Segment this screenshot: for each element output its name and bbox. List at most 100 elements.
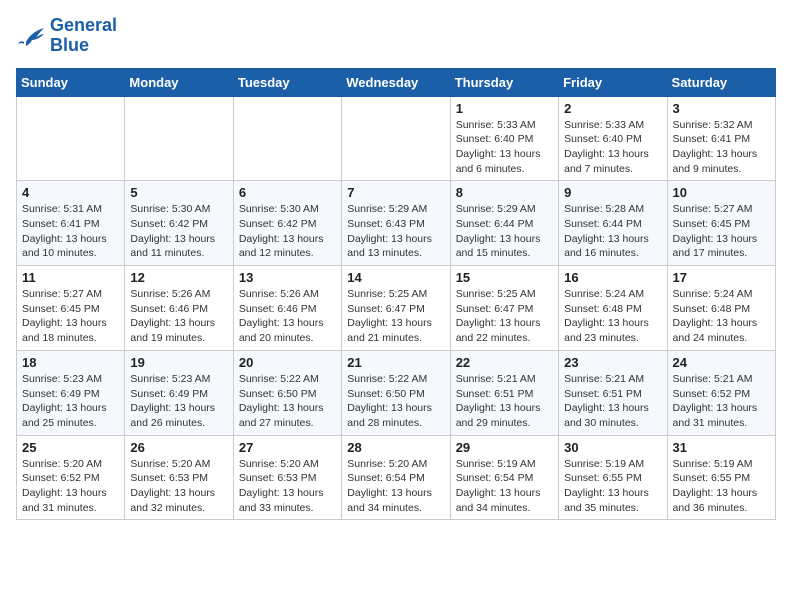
- day-info: Sunrise: 5:19 AM Sunset: 6:54 PM Dayligh…: [456, 457, 553, 516]
- calendar-cell: 27 Sunrise: 5:20 AM Sunset: 6:53 PM Dayli…: [233, 435, 341, 520]
- calendar-cell: 23Sunrise: 5:21 AM Sunset: 6:51 PM Dayli…: [559, 350, 667, 435]
- day-number: 22: [456, 355, 553, 370]
- calendar-cell: 18 Sunrise: 5:23 AM Sunset: 6:49 PM Dayli…: [17, 350, 125, 435]
- day-info: Sunrise: 5:24 AM Sunset: 6:48 PM Dayligh…: [564, 287, 661, 346]
- weekday-header-wednesday: Wednesday: [342, 68, 450, 96]
- day-info: Sunrise: 5:21 AM Sunset: 6:51 PM Dayligh…: [456, 372, 553, 431]
- day-number: 15: [456, 270, 553, 285]
- day-info: Sunrise: 5:25 AM Sunset: 6:47 PM Dayligh…: [456, 287, 553, 346]
- day-number: 26: [130, 440, 227, 455]
- day-info: Sunrise: 5:31 AM Sunset: 6:41 PM Dayligh…: [22, 202, 119, 261]
- calendar-cell: 8Sunrise: 5:29 AM Sunset: 6:44 PM Daylig…: [450, 181, 558, 266]
- day-info: Sunrise: 5:27 AM Sunset: 6:45 PM Dayligh…: [673, 202, 770, 261]
- calendar-cell: 14Sunrise: 5:25 AM Sunset: 6:47 PM Dayli…: [342, 266, 450, 351]
- weekday-header-sunday: Sunday: [17, 68, 125, 96]
- calendar-cell: 19 Sunrise: 5:23 AM Sunset: 6:49 PM Dayli…: [125, 350, 233, 435]
- calendar-cell: 30Sunrise: 5:19 AM Sunset: 6:55 PM Dayli…: [559, 435, 667, 520]
- day-number: 31: [673, 440, 770, 455]
- calendar-week-4: 18 Sunrise: 5:23 AM Sunset: 6:49 PM Dayli…: [17, 350, 776, 435]
- calendar-cell: 21 Sunrise: 5:22 AM Sunset: 6:50 PM Dayli…: [342, 350, 450, 435]
- day-number: 14: [347, 270, 444, 285]
- day-number: 21: [347, 355, 444, 370]
- day-info: Sunrise: 5:30 AM Sunset: 6:42 PM Dayligh…: [130, 202, 227, 261]
- calendar-cell: 25 Sunrise: 5:20 AM Sunset: 6:52 PM Dayli…: [17, 435, 125, 520]
- calendar-cell: 16 Sunrise: 5:24 AM Sunset: 6:48 PM Dayli…: [559, 266, 667, 351]
- day-info: Sunrise: 5:29 AM Sunset: 6:44 PM Dayligh…: [456, 202, 553, 261]
- weekday-header-monday: Monday: [125, 68, 233, 96]
- day-number: 30: [564, 440, 661, 455]
- calendar-week-2: 4 Sunrise: 5:31 AM Sunset: 6:41 PM Daylig…: [17, 181, 776, 266]
- day-number: 19: [130, 355, 227, 370]
- calendar-cell: [17, 96, 125, 181]
- day-info: Sunrise: 5:23 AM Sunset: 6:49 PM Dayligh…: [130, 372, 227, 431]
- day-info: Sunrise: 5:21 AM Sunset: 6:51 PM Dayligh…: [564, 372, 661, 431]
- day-number: 24: [673, 355, 770, 370]
- day-info: Sunrise: 5:33 AM Sunset: 6:40 PM Dayligh…: [564, 118, 661, 177]
- day-info: Sunrise: 5:26 AM Sunset: 6:46 PM Dayligh…: [239, 287, 336, 346]
- day-info: Sunrise: 5:21 AM Sunset: 6:52 PM Dayligh…: [673, 372, 770, 431]
- calendar-table: SundayMondayTuesdayWednesdayThursdayFrid…: [16, 68, 776, 521]
- weekday-header-thursday: Thursday: [450, 68, 558, 96]
- day-number: 25: [22, 440, 119, 455]
- calendar-cell: 7 Sunrise: 5:29 AM Sunset: 6:43 PM Daylig…: [342, 181, 450, 266]
- calendar-cell: 22 Sunrise: 5:21 AM Sunset: 6:51 PM Dayli…: [450, 350, 558, 435]
- day-number: 5: [130, 185, 227, 200]
- calendar-cell: 10 Sunrise: 5:27 AM Sunset: 6:45 PM Dayli…: [667, 181, 775, 266]
- calendar-week-5: 25 Sunrise: 5:20 AM Sunset: 6:52 PM Dayli…: [17, 435, 776, 520]
- day-number: 28: [347, 440, 444, 455]
- day-number: 4: [22, 185, 119, 200]
- day-number: 6: [239, 185, 336, 200]
- day-number: 12: [130, 270, 227, 285]
- day-info: Sunrise: 5:28 AM Sunset: 6:44 PM Dayligh…: [564, 202, 661, 261]
- day-number: 20: [239, 355, 336, 370]
- day-number: 13: [239, 270, 336, 285]
- day-info: Sunrise: 5:20 AM Sunset: 6:53 PM Dayligh…: [130, 457, 227, 516]
- calendar-cell: [125, 96, 233, 181]
- day-info: Sunrise: 5:32 AM Sunset: 6:41 PM Dayligh…: [673, 118, 770, 177]
- logo-icon: [16, 24, 46, 48]
- calendar-cell: 31Sunrise: 5:19 AM Sunset: 6:55 PM Dayli…: [667, 435, 775, 520]
- day-info: Sunrise: 5:22 AM Sunset: 6:50 PM Dayligh…: [347, 372, 444, 431]
- weekday-header-tuesday: Tuesday: [233, 68, 341, 96]
- calendar-header-row: SundayMondayTuesdayWednesdayThursdayFrid…: [17, 68, 776, 96]
- weekday-header-saturday: Saturday: [667, 68, 775, 96]
- calendar-cell: [233, 96, 341, 181]
- logo-text: General Blue: [50, 16, 117, 56]
- day-info: Sunrise: 5:23 AM Sunset: 6:49 PM Dayligh…: [22, 372, 119, 431]
- day-info: Sunrise: 5:29 AM Sunset: 6:43 PM Dayligh…: [347, 202, 444, 261]
- page-header: General Blue: [16, 16, 776, 56]
- day-number: 18: [22, 355, 119, 370]
- calendar-cell: 3 Sunrise: 5:32 AM Sunset: 6:41 PM Daylig…: [667, 96, 775, 181]
- calendar-cell: 12Sunrise: 5:26 AM Sunset: 6:46 PM Dayli…: [125, 266, 233, 351]
- day-number: 17: [673, 270, 770, 285]
- weekday-header-friday: Friday: [559, 68, 667, 96]
- day-number: 1: [456, 101, 553, 116]
- calendar-cell: 28 Sunrise: 5:20 AM Sunset: 6:54 PM Dayli…: [342, 435, 450, 520]
- day-number: 10: [673, 185, 770, 200]
- calendar-cell: 29Sunrise: 5:19 AM Sunset: 6:54 PM Dayli…: [450, 435, 558, 520]
- calendar-cell: 9Sunrise: 5:28 AM Sunset: 6:44 PM Daylig…: [559, 181, 667, 266]
- calendar-cell: [342, 96, 450, 181]
- day-number: 3: [673, 101, 770, 116]
- day-number: 11: [22, 270, 119, 285]
- calendar-cell: 11Sunrise: 5:27 AM Sunset: 6:45 PM Dayli…: [17, 266, 125, 351]
- day-info: Sunrise: 5:20 AM Sunset: 6:54 PM Dayligh…: [347, 457, 444, 516]
- calendar-cell: 24 Sunrise: 5:21 AM Sunset: 6:52 PM Dayli…: [667, 350, 775, 435]
- day-info: Sunrise: 5:30 AM Sunset: 6:42 PM Dayligh…: [239, 202, 336, 261]
- day-number: 16: [564, 270, 661, 285]
- day-info: Sunrise: 5:20 AM Sunset: 6:52 PM Dayligh…: [22, 457, 119, 516]
- calendar-cell: 20 Sunrise: 5:22 AM Sunset: 6:50 PM Dayli…: [233, 350, 341, 435]
- day-number: 27: [239, 440, 336, 455]
- day-info: Sunrise: 5:24 AM Sunset: 6:48 PM Dayligh…: [673, 287, 770, 346]
- calendar-cell: 13 Sunrise: 5:26 AM Sunset: 6:46 PM Dayli…: [233, 266, 341, 351]
- calendar-body: 1 Sunrise: 5:33 AM Sunset: 6:40 PM Daylig…: [17, 96, 776, 520]
- day-number: 2: [564, 101, 661, 116]
- calendar-cell: 15 Sunrise: 5:25 AM Sunset: 6:47 PM Dayli…: [450, 266, 558, 351]
- day-info: Sunrise: 5:20 AM Sunset: 6:53 PM Dayligh…: [239, 457, 336, 516]
- logo: General Blue: [16, 16, 117, 56]
- calendar-cell: 6 Sunrise: 5:30 AM Sunset: 6:42 PM Daylig…: [233, 181, 341, 266]
- day-info: Sunrise: 5:22 AM Sunset: 6:50 PM Dayligh…: [239, 372, 336, 431]
- calendar-cell: 1Sunrise: 5:33 AM Sunset: 6:40 PM Daylig…: [450, 96, 558, 181]
- calendar-week-3: 11Sunrise: 5:27 AM Sunset: 6:45 PM Dayli…: [17, 266, 776, 351]
- day-number: 7: [347, 185, 444, 200]
